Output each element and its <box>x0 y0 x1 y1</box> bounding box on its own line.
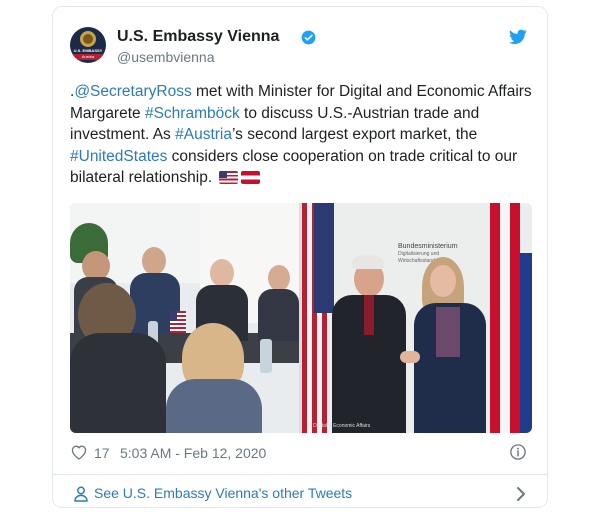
tweet-text: .@SecretaryRoss met with Minister for Di… <box>70 83 532 186</box>
tweet-header: U.S. EMBASSY Austria U.S. Embassy Vienna… <box>70 27 531 71</box>
account-handle[interactable]: @usembvienna <box>117 49 215 65</box>
avatar-text: U.S. EMBASSY <box>73 48 103 53</box>
heart-icon[interactable] <box>70 444 88 460</box>
tweet-media[interactable]: Bundesministerium Digitalisierung und Wi… <box>70 203 532 433</box>
tweet-meta: 17 5:03 AM - Feb 12, 2020 <box>70 443 531 465</box>
avatar[interactable]: U.S. EMBASSY Austria <box>70 27 106 63</box>
other-tweets-link[interactable]: See U.S. Embassy Vienna's other Tweets <box>70 477 531 507</box>
ministry-sign-line2: Digitalisierung und <box>398 251 440 257</box>
hashtag-link[interactable]: #UnitedStates <box>70 148 167 165</box>
photo-credit: © Digital & Economic Affairs <box>308 423 371 429</box>
mention-link[interactable]: @SecretaryRoss <box>74 83 191 100</box>
avatar-subtext: Austria <box>70 54 106 60</box>
divider <box>53 474 547 475</box>
hashtag-link[interactable]: #Schramböck <box>145 105 240 122</box>
austria-flag-emoji <box>241 171 261 184</box>
person-icon <box>74 486 88 502</box>
twitter-bird-icon[interactable] <box>509 29 527 45</box>
hashtag-link[interactable]: #Austria <box>175 126 232 143</box>
embedded-tweet-card: U.S. EMBASSY Austria U.S. Embassy Vienna… <box>52 6 548 508</box>
other-tweets-label[interactable]: See U.S. Embassy Vienna's other Tweets <box>94 485 352 501</box>
us-flag-emoji <box>219 171 239 184</box>
like-count: 17 <box>94 445 110 461</box>
info-icon[interactable] <box>509 443 527 461</box>
verified-badge-icon <box>301 30 316 45</box>
display-name[interactable]: U.S. Embassy Vienna <box>117 28 279 46</box>
ministry-sign-line1: Bundesministerium <box>398 243 458 250</box>
chevron-right-icon[interactable] <box>515 486 527 502</box>
handshake-photo[interactable]: Bundesministerium Digitalisierung und Wi… <box>302 203 532 433</box>
meeting-photo[interactable] <box>70 203 299 433</box>
tweet-timestamp[interactable]: 5:03 AM - Feb 12, 2020 <box>120 445 266 461</box>
